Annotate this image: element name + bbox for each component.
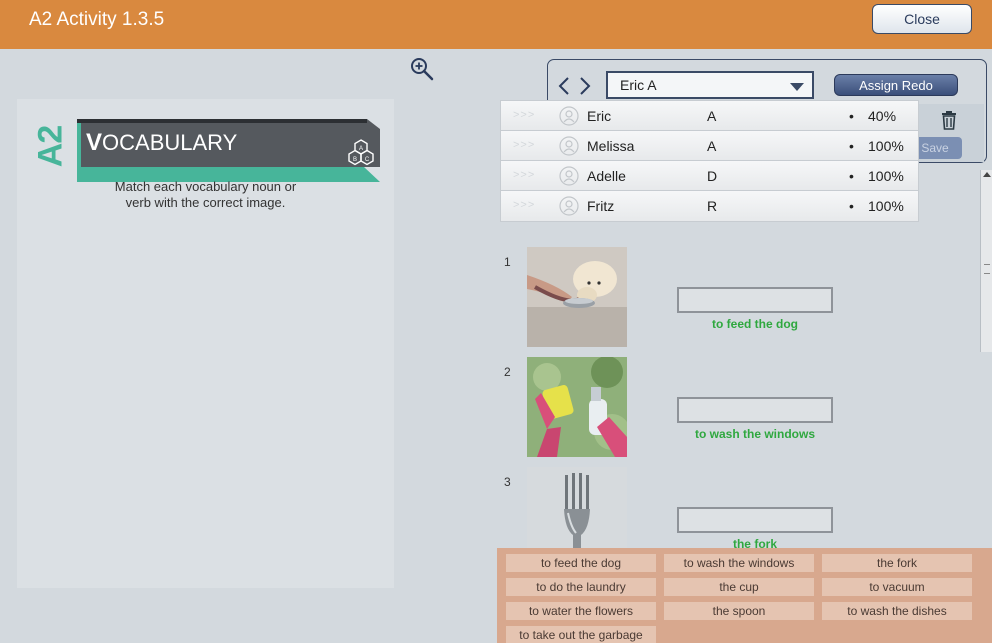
question-number: 1 [504,255,511,269]
word-tile[interactable]: the cup [664,578,814,596]
chevron-down-icon [790,83,804,91]
expand-chevrons-icon: >>> [513,109,536,121]
expand-chevrons-icon: >>> [513,139,536,151]
question-number: 2 [504,365,511,379]
word-tile[interactable]: to wash the windows [664,554,814,572]
correct-answer-hint: to feed the dog [712,317,798,331]
student-select[interactable]: Eric A [606,71,814,99]
instructions-panel: A2 VOCABULARY A B C Match each vocabular… [17,99,394,588]
word-tile[interactable]: to do the laundry [506,578,656,596]
next-student-icon[interactable] [578,76,592,96]
correct-answer-hint: the fork [732,537,777,548]
student-score: 40% [868,108,897,124]
word-tile[interactable]: to feed the dog [506,554,656,572]
question-number: 3 [504,475,511,489]
question-item: 3 the fork [497,467,980,548]
word-tile[interactable]: to vacuum [822,578,972,596]
questions-scrollbar[interactable] [980,170,992,352]
svg-text:A: A [359,146,363,152]
correct-answer-hint: to wash the windows [694,427,815,441]
student-last-initial: A [707,138,717,154]
abc-blocks-icon: A B C [348,139,374,166]
banner-title: VOCABULARY [86,129,237,157]
banner-title-cap: V [86,129,103,156]
vocabulary-banner: A2 VOCABULARY A B C [31,109,380,182]
student-option-eric[interactable]: >>> Eric A • 40% [501,101,918,131]
student-first-name: Eric [587,108,612,124]
previous-student-icon[interactable] [557,76,571,96]
banner-title-rest: OCABULARY [102,130,238,155]
zoom-in-icon[interactable] [410,57,434,81]
assign-redo-button[interactable]: Assign Redo [834,74,958,96]
level-badge: A2 [31,125,70,168]
answer-drop-box[interactable] [677,507,833,533]
status-dot: • [849,138,854,154]
svg-text:B: B [353,157,357,163]
question-item: 2 to wash the windows [497,357,980,467]
status-dot: • [849,108,854,124]
close-button[interactable]: Close [872,4,972,34]
instructions-text: Match each vocabulary noun or verb with … [17,179,394,211]
question-item: 1 to feed the dog [497,247,980,357]
answer-drop-box[interactable] [677,397,833,423]
student-select-value: Eric A [620,77,657,93]
app-title: A2 Activity 1.3.5 [29,9,165,30]
trash-icon[interactable] [940,110,958,130]
word-tile[interactable]: the fork [822,554,972,572]
student-score: 100% [868,138,904,154]
avatar-icon [559,136,579,156]
title-bar: A2 Activity 1.3.5 Close [0,0,992,49]
fork-image [527,467,627,548]
word-tile[interactable]: to take out the garbage [506,626,656,643]
student-first-name: Melissa [587,138,635,154]
avatar-icon [559,106,579,126]
wash-windows-image [527,357,627,457]
word-tile[interactable]: the spoon [664,602,814,620]
instructions-line-2: verb with the correct image. [125,195,286,210]
student-option-melissa[interactable]: >>> Melissa A • 100% [501,131,918,161]
question-list: 1 to feed the dog 2 to wash the windows … [497,170,980,548]
scroll-grip-icon[interactable] [984,264,990,274]
instructions-line-1: Match each vocabulary noun or [114,179,297,194]
student-last-initial: A [707,108,717,124]
feed-dog-image [527,247,627,347]
word-bank: to feed the dog to wash the windows the … [497,548,992,643]
answer-drop-box[interactable] [677,287,833,313]
scroll-up-icon[interactable] [983,172,991,177]
word-tile[interactable]: to wash the dishes [822,602,972,620]
svg-text:C: C [365,157,370,163]
word-tile[interactable]: to water the flowers [506,602,656,620]
